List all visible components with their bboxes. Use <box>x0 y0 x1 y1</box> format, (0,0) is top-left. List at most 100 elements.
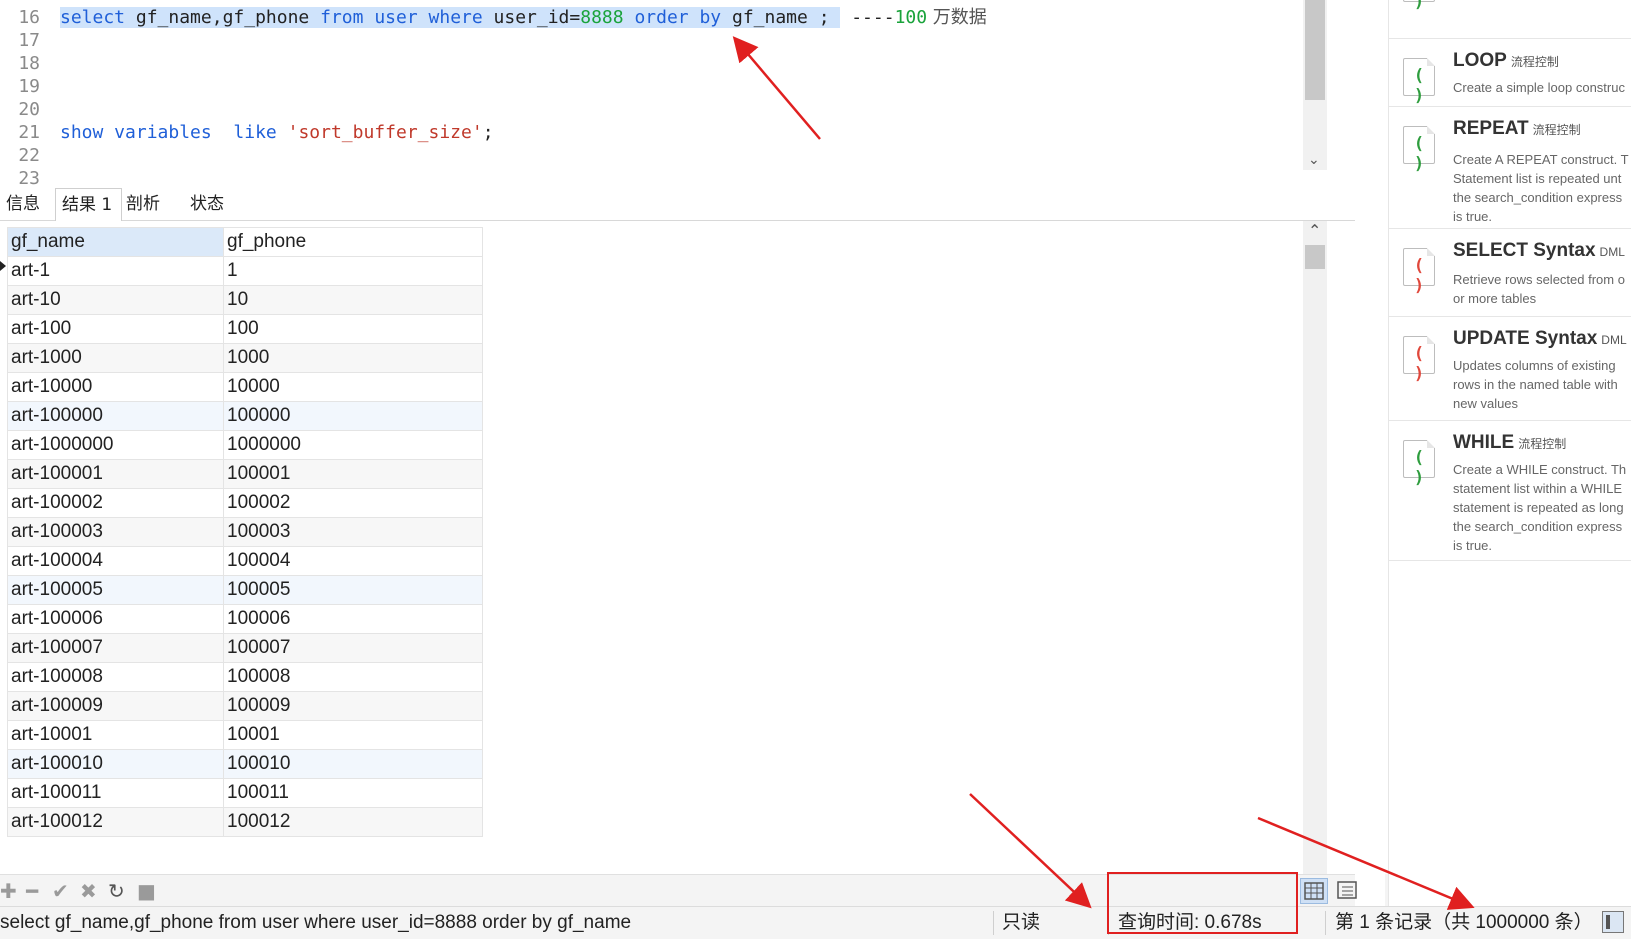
cell-gf-phone[interactable]: 100 <box>223 314 483 344</box>
code-line[interactable]: 21 show variables like 'sort_buffer_size'… <box>0 121 1340 144</box>
cell-gf-name[interactable]: art-100000 <box>7 401 224 431</box>
cell-gf-phone[interactable]: 100009 <box>223 691 483 721</box>
cell-gf-phone[interactable]: 100001 <box>223 459 483 489</box>
cell-gf-phone[interactable]: 10001 <box>223 720 483 750</box>
snippet-item[interactable]: ( ) SELECT Syntax DML Retrieve rows selecte… <box>1389 228 1631 317</box>
table-row[interactable]: art-100011 100011 <box>7 778 483 808</box>
code-text[interactable]: show variables like 'sort_buffer_size'; <box>60 121 494 144</box>
cell-gf-name[interactable]: art-10 <box>7 285 224 315</box>
scroll-down-icon[interactable]: ⌄ <box>1308 152 1320 168</box>
code-line[interactable]: 23 <box>0 167 1340 188</box>
apply-icon[interactable]: ✔ <box>52 881 69 901</box>
cell-gf-name[interactable]: art-100006 <box>7 604 224 634</box>
cell-gf-name[interactable]: art-10001 <box>7 720 224 750</box>
table-row[interactable]: art-100 100 <box>7 314 483 344</box>
snippet-item[interactable]: ( ) REPEAT 流程控制 Create A REPEAT construct. … <box>1389 106 1631 229</box>
sql-editor[interactable]: 16 select gf_name,gf_phone from user wher… <box>0 0 1355 188</box>
cell-gf-phone[interactable]: 100012 <box>223 807 483 837</box>
result-table[interactable]: gf_name gf_phone art-1 1 art-10 10 art-100 10… <box>7 227 483 837</box>
cell-gf-phone[interactable]: 100003 <box>223 517 483 547</box>
grid-scrollbar[interactable]: ⌃ <box>1303 221 1327 874</box>
cell-gf-phone[interactable]: 100007 <box>223 633 483 663</box>
tab-info[interactable]: 信息 <box>0 188 46 220</box>
code-line[interactable]: 16 select gf_name,gf_phone from user wher… <box>0 6 1340 29</box>
tab-result-1[interactable]: 结果 1 <box>55 188 122 221</box>
result-grid[interactable]: gf_name gf_phone art-1 1 art-10 10 art-100 10… <box>0 221 1355 874</box>
code-line[interactable]: 17 <box>0 29 1340 52</box>
table-row[interactable]: art-10001 10001 <box>7 720 483 750</box>
table-row[interactable]: art-100008 100008 <box>7 662 483 692</box>
cell-gf-phone[interactable]: 100011 <box>223 778 483 808</box>
table-row[interactable]: art-100012 100012 <box>7 807 483 837</box>
tab-status[interactable]: 状态 <box>184 188 230 220</box>
table-row[interactable]: art-10000 10000 <box>7 372 483 402</box>
table-row[interactable]: art-100000 100000 <box>7 401 483 431</box>
cell-gf-phone[interactable]: 100008 <box>223 662 483 692</box>
panel-toggle-icon[interactable] <box>1602 911 1624 933</box>
code-text[interactable]: select gf_name,gf_phone from user where … <box>60 6 987 29</box>
grid-scroll-thumb[interactable] <box>1305 245 1325 269</box>
table-row[interactable]: art-100005 100005 <box>7 575 483 605</box>
table-row[interactable]: art-100007 100007 <box>7 633 483 663</box>
cell-gf-name[interactable]: art-100005 <box>7 575 224 605</box>
cell-gf-phone[interactable]: 1000 <box>223 343 483 373</box>
cell-gf-name[interactable]: art-100011 <box>7 778 224 808</box>
snippet-item[interactable]: ( ) LOOP 流程控制 Create a simple loop construc <box>1389 38 1631 107</box>
snippet-item[interactable]: ( ) UPDATE Syntax DML Updates columns of ex… <box>1389 316 1631 421</box>
cell-gf-phone[interactable]: 100000 <box>223 401 483 431</box>
cell-gf-phone[interactable]: 100002 <box>223 488 483 518</box>
cell-gf-name[interactable]: art-10000 <box>7 372 224 402</box>
table-row[interactable]: art-1 1 <box>7 256 483 286</box>
cell-gf-name[interactable]: art-100003 <box>7 517 224 547</box>
table-row[interactable]: art-10 10 <box>7 285 483 315</box>
table-row[interactable]: art-1000 1000 <box>7 343 483 373</box>
cell-gf-phone[interactable]: 10 <box>223 285 483 315</box>
cell-gf-phone[interactable]: 100006 <box>223 604 483 634</box>
cell-gf-phone[interactable]: 1000000 <box>223 430 483 460</box>
editor-scroll-thumb[interactable] <box>1305 0 1325 100</box>
table-row[interactable]: art-100006 100006 <box>7 604 483 634</box>
scroll-up-icon[interactable]: ⌃ <box>1308 221 1321 240</box>
snippet-item[interactable]: ( )Insert new rows into an exist table <box>1389 0 1631 39</box>
table-row[interactable]: art-1000000 1000000 <box>7 430 483 460</box>
tab-profile[interactable]: 剖析 <box>120 188 166 220</box>
cell-gf-name[interactable]: art-100004 <box>7 546 224 576</box>
form-view-icon[interactable] <box>1334 878 1362 904</box>
add-row-icon[interactable]: ✚ <box>0 881 17 901</box>
code-line[interactable]: 22 <box>0 144 1340 167</box>
stop-icon[interactable]: ■ <box>137 881 156 901</box>
table-row[interactable]: art-100003 100003 <box>7 517 483 547</box>
cell-gf-name[interactable]: art-100001 <box>7 459 224 489</box>
cell-gf-name[interactable]: art-100009 <box>7 691 224 721</box>
cell-gf-name[interactable]: art-100002 <box>7 488 224 518</box>
cell-gf-name[interactable]: art-1 <box>7 256 224 286</box>
code-line[interactable]: 20 <box>0 98 1340 121</box>
table-row[interactable]: art-100004 100004 <box>7 546 483 576</box>
cell-gf-name[interactable]: art-100007 <box>7 633 224 663</box>
cell-gf-name[interactable]: art-100010 <box>7 749 224 779</box>
cell-gf-phone[interactable]: 1 <box>223 256 483 286</box>
column-header-gf-name[interactable]: gf_name <box>7 227 224 257</box>
editor-scrollbar[interactable]: ⌄ <box>1303 0 1327 170</box>
table-row[interactable]: art-100009 100009 <box>7 691 483 721</box>
snippet-item[interactable]: ( ) WHILE 流程控制 Create a WHILE construct. Th… <box>1389 420 1631 561</box>
code-line[interactable]: 18 <box>0 52 1340 75</box>
table-row[interactable]: art-100001 100001 <box>7 459 483 489</box>
cell-gf-phone[interactable]: 100004 <box>223 546 483 576</box>
cell-gf-phone[interactable]: 100005 <box>223 575 483 605</box>
cell-gf-name[interactable]: art-1000 <box>7 343 224 373</box>
cell-gf-name[interactable]: art-1000000 <box>7 430 224 460</box>
discard-icon[interactable]: ✖ <box>80 881 97 901</box>
cell-gf-name[interactable]: art-100008 <box>7 662 224 692</box>
column-header-gf-phone[interactable]: gf_phone <box>223 227 483 257</box>
delete-row-icon[interactable]: ━ <box>26 881 38 901</box>
table-row[interactable]: art-100010 100010 <box>7 749 483 779</box>
code-line[interactable]: 19 <box>0 75 1340 98</box>
refresh-icon[interactable]: ↻ <box>108 881 125 901</box>
table-row[interactable]: art-100002 100002 <box>7 488 483 518</box>
cell-gf-phone[interactable]: 10000 <box>223 372 483 402</box>
grid-view-icon[interactable] <box>1300 878 1328 904</box>
cell-gf-name[interactable]: art-100 <box>7 314 224 344</box>
cell-gf-name[interactable]: art-100012 <box>7 807 224 837</box>
cell-gf-phone[interactable]: 100010 <box>223 749 483 779</box>
